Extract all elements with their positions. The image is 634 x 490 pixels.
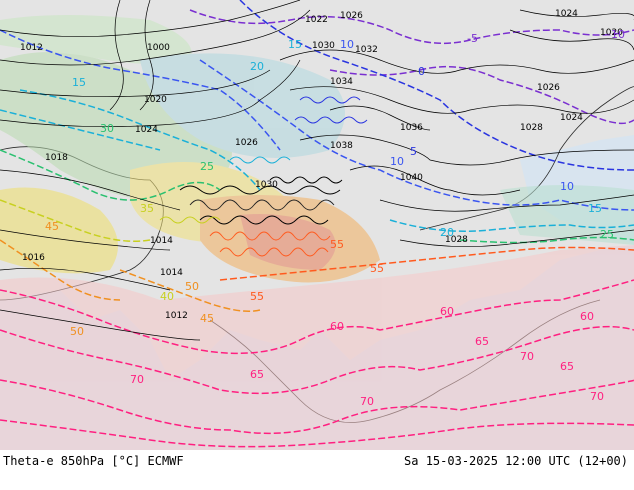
- theta-label-30: 10: [390, 155, 404, 168]
- theta-label-55: 70: [130, 373, 144, 386]
- theta-label-38: 25: [600, 228, 614, 241]
- isobar-label-0: 1012: [20, 43, 43, 53]
- theta-label-51: 60: [440, 305, 454, 318]
- theta-label-45: 50: [70, 325, 84, 338]
- isobar-label-5: 1032: [355, 45, 378, 55]
- theta-label-49: 60: [330, 320, 344, 333]
- theta-label-42: 45: [200, 312, 214, 325]
- theta-label-56: 70: [360, 395, 374, 408]
- theta-label-52: 65: [250, 368, 264, 381]
- theta-label-43: 45: [45, 220, 59, 233]
- theta-label-36: 20: [440, 226, 454, 239]
- isobar-label-8: 1038: [330, 141, 353, 151]
- theta-label-33: 15: [588, 202, 602, 215]
- map-footer: Theta-e 850hPa [°C] ECMWF Sa 15-03-2025 …: [0, 450, 634, 490]
- valid-time: Sa 15-03-2025 12:00 UTC (12+00): [404, 454, 628, 468]
- isobar-label-22: 1024: [555, 9, 578, 19]
- weather-map: 1012 1000 1020 1024 1030 1032 1034 1036 1038 1040…: [0, 0, 634, 450]
- theta-label-41: 40: [160, 290, 174, 303]
- isobar-label-4: 1030: [312, 41, 335, 51]
- isobar-label-15: 1016: [22, 253, 45, 263]
- theta-label-35: 20: [250, 60, 264, 73]
- theta-label-27: 0: [418, 65, 425, 78]
- map-canvas: 1012 1000102010241030 10321034103610381040…: [0, 0, 634, 450]
- theta-label-39: 30: [100, 122, 114, 135]
- isobar-label-9: 1040: [400, 173, 423, 183]
- isobar-label-20: 1022: [305, 15, 328, 25]
- isobar-label-21: 1026: [340, 11, 363, 21]
- theta-label-53: 65: [475, 335, 489, 348]
- isobar-label-24: 1026: [235, 138, 258, 148]
- isobar-label-3: 1024: [135, 125, 158, 135]
- isobar-label-16: 1014: [150, 236, 173, 246]
- theta-label-54: 65: [560, 360, 574, 373]
- theta-label-31: 10: [560, 180, 574, 193]
- isobar-label-2: 1020: [144, 95, 167, 105]
- theta-label-46: 55: [330, 238, 344, 251]
- isobar-label-18: 1012: [165, 311, 188, 321]
- isobar-label-7: 1036: [400, 123, 423, 133]
- theta-label-44: 50: [185, 280, 199, 293]
- isobar-label-12: 1024: [560, 113, 583, 123]
- theta-label-50: 60: [580, 310, 594, 323]
- isobar-label-1: 1000: [147, 43, 170, 53]
- theta-label-57: 70: [520, 350, 534, 363]
- theta-label-26: -10: [607, 28, 625, 41]
- theta-label-32: 15: [288, 38, 302, 51]
- isobar-label-17: 1014: [160, 268, 183, 278]
- theta-label-37: 25: [200, 160, 214, 173]
- theta-label-47: 55: [250, 290, 264, 303]
- isobar-label-11: 1026: [537, 83, 560, 93]
- map-title: Theta-e 850hPa [°C] ECMWF: [3, 454, 184, 468]
- theta-label-28: 5: [410, 145, 417, 158]
- theta-label-58: 70: [590, 390, 604, 403]
- theta-label-48: 55: [370, 262, 384, 275]
- theta-label-29: 10: [340, 38, 354, 51]
- theta-label-34: 15: [72, 76, 86, 89]
- theta-label-40: 35: [140, 202, 154, 215]
- isobar-label-13: 1028: [520, 123, 543, 133]
- isobar-label-6: 1034: [330, 77, 353, 87]
- isobar-label-14: 1030: [255, 180, 278, 190]
- theta-label-25: -5: [467, 32, 478, 45]
- isobar-label-19: 1018: [45, 153, 68, 163]
